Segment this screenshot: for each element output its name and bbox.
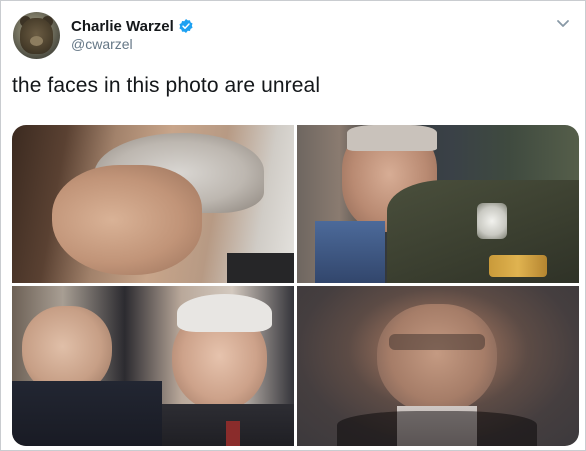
photo-2[interactable]	[297, 125, 579, 283]
author-name-row[interactable]: Charlie Warzel	[71, 16, 194, 36]
photo-3-red-tie	[226, 421, 240, 446]
media-grid	[12, 125, 579, 446]
user-avatar[interactable]	[13, 12, 60, 59]
photo-1[interactable]	[12, 125, 294, 283]
user-handle[interactable]: @cwarzel	[71, 36, 133, 52]
display-name[interactable]: Charlie Warzel	[71, 18, 174, 35]
chevron-down-icon[interactable]	[555, 15, 571, 31]
photo-2-blue-jacket	[315, 221, 385, 283]
photo-2-ranger-patch	[489, 255, 547, 277]
tweet-text: the faces in this photo are unreal	[12, 74, 321, 97]
photo-3-left-suit	[12, 381, 162, 446]
tweet-card: Charlie Warzel @cwarzel the faces in thi…	[0, 0, 586, 451]
photo-1-face	[52, 165, 202, 275]
avatar-bear-snout	[30, 36, 43, 46]
photo-2-hair	[347, 125, 437, 151]
verified-badge-icon	[179, 19, 193, 33]
photo-4-blurred-face	[377, 304, 497, 414]
photo-4-suit	[337, 411, 537, 446]
photo-3[interactable]	[12, 286, 294, 446]
photo-2-stars-insignia	[477, 203, 507, 239]
photo-4-glasses	[389, 334, 485, 350]
photo-4[interactable]	[297, 286, 579, 446]
photo-3-right-hair	[177, 294, 272, 332]
photo-1-suit	[227, 253, 294, 283]
